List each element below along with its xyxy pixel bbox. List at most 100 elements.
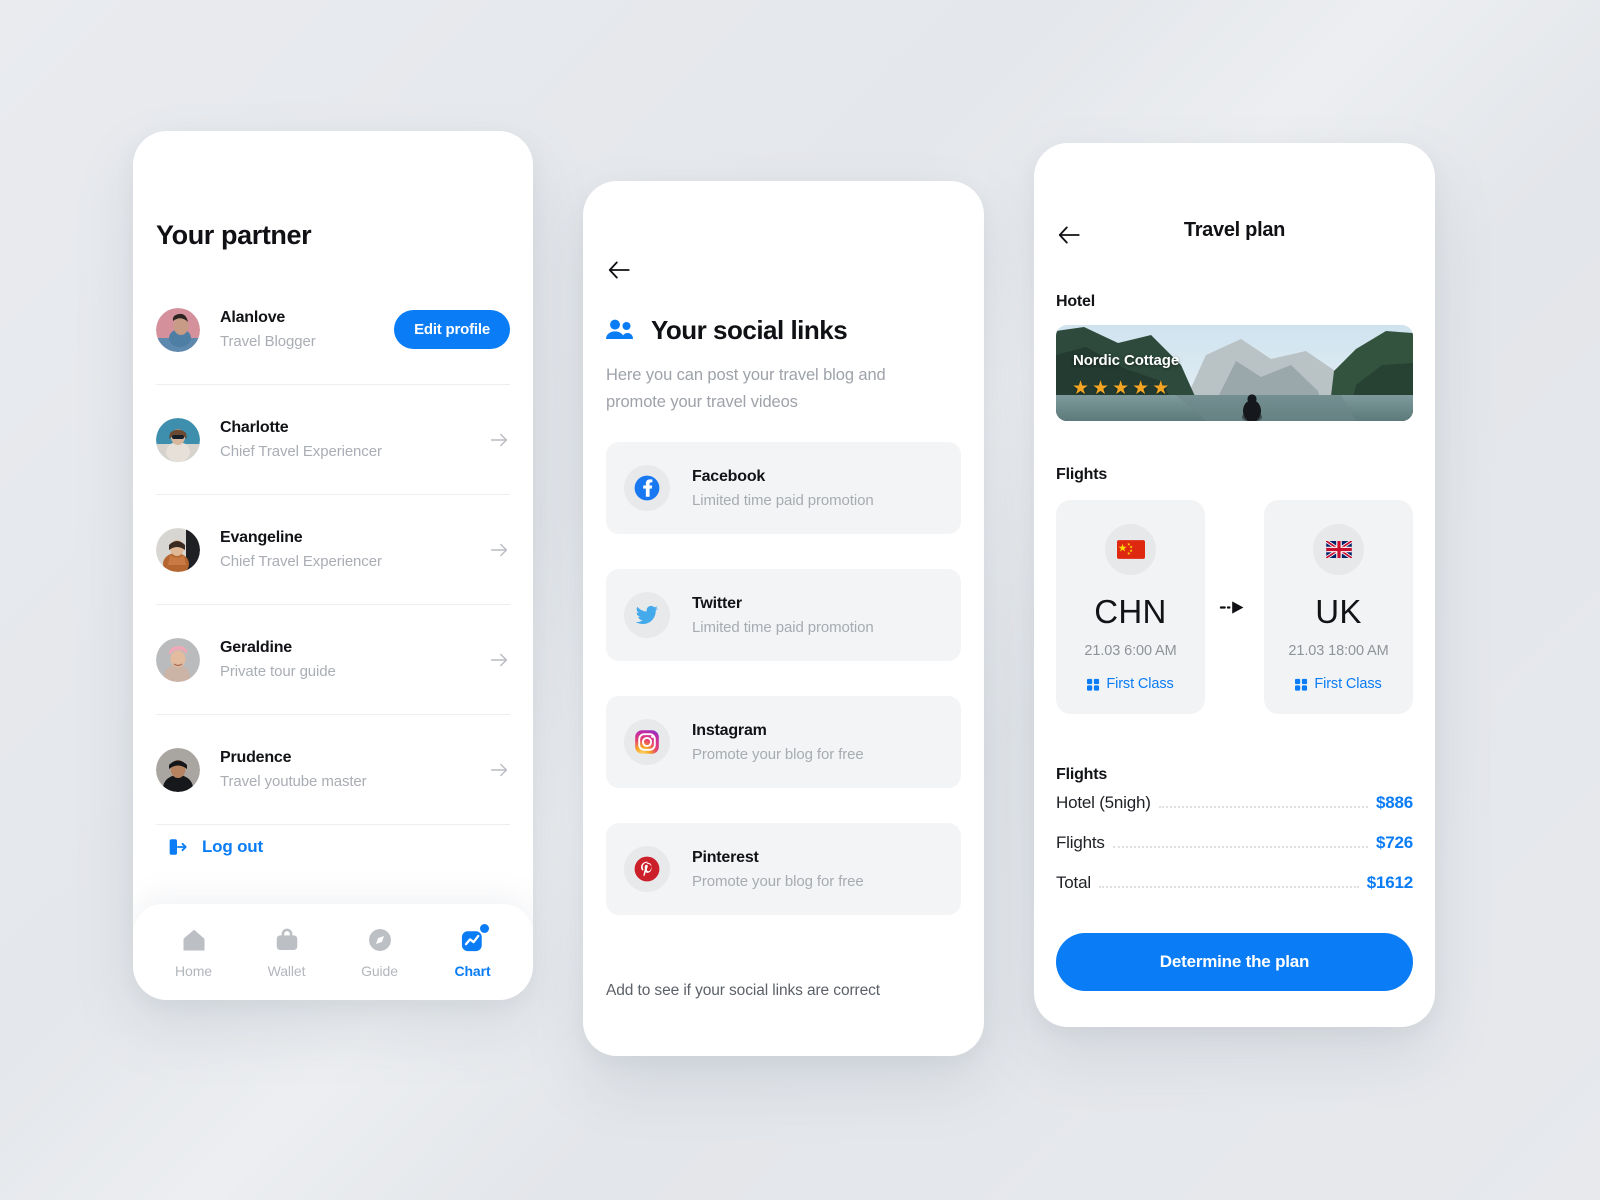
tab-home[interactable]: Home xyxy=(147,926,240,979)
flight-class-label: First Class xyxy=(1314,676,1382,692)
social-links-screen: Your social links Here you can post your… xyxy=(583,181,984,1056)
flight-time: 21.03 18:00 AM xyxy=(1288,643,1389,659)
partner-text-block: Alanlove Travel Blogger xyxy=(220,308,394,352)
partner-name: Geraldine xyxy=(220,638,293,656)
cost-value: $886 xyxy=(1375,793,1413,812)
page-title: Your social links xyxy=(651,315,848,345)
social-description: Promote your blog for free xyxy=(692,745,864,763)
app-mockup-stage: Your partner Alanlove Travel Blogger Edi… xyxy=(0,0,1600,1200)
star-icon: ★ xyxy=(1092,378,1110,399)
logout-label: Log out xyxy=(202,837,263,856)
bottom-tab-bar: Home Wallet Guide Chart xyxy=(133,904,533,1000)
flight-time: 21.03 6:00 AM xyxy=(1084,643,1177,659)
footer-note: Add to see if your social links are corr… xyxy=(606,982,880,999)
section-label-flights: Flights xyxy=(1056,466,1108,483)
page-subtitle: Here you can post your travel blog and p… xyxy=(606,366,886,411)
social-text-block: Facebook Limited time paid promotion xyxy=(692,468,874,509)
tab-label: Wallet xyxy=(267,962,306,979)
social-name: Facebook xyxy=(692,467,766,485)
partner-role: Travel Blogger xyxy=(220,332,316,350)
cost-label: Flights xyxy=(1056,833,1105,852)
partner-name: Charlotte xyxy=(220,418,289,436)
cost-value: $726 xyxy=(1375,833,1413,852)
flight-direction-icon xyxy=(1205,600,1264,615)
flight-card-origin[interactable]: CHN 21.03 6:00 AM First Class xyxy=(1056,500,1205,714)
list-item[interactable]: Prudence Travel youtube master xyxy=(156,715,510,825)
compass-icon xyxy=(366,926,394,954)
partner-list: Alanlove Travel Blogger Edit profile Cha… xyxy=(156,275,510,825)
page-title: Your partner xyxy=(156,220,312,250)
logout-button[interactable]: Log out xyxy=(166,836,263,858)
dotted-leader xyxy=(1098,886,1359,888)
logout-icon xyxy=(166,836,188,858)
tab-wallet[interactable]: Wallet xyxy=(240,926,333,979)
social-description: Limited time paid promotion xyxy=(692,618,874,636)
partner-role: Chief Travel Experiencer xyxy=(220,552,382,570)
chart-icon xyxy=(459,923,489,954)
hotel-card[interactable]: Nordic Cottage ★ ★ ★ ★ ★ xyxy=(1056,325,1413,421)
cost-summary: Hotel (5nigh) $886 Flights $726 Total $1… xyxy=(1056,793,1413,913)
flight-pair: CHN 21.03 6:00 AM First Class UK 21.03 1… xyxy=(1056,500,1413,714)
list-item[interactable]: Evangeline Chief Travel Experiencer xyxy=(156,495,510,605)
social-text-block: Instagram Promote your blog for free xyxy=(692,722,864,763)
chevron-right-icon[interactable] xyxy=(488,649,510,671)
cost-label: Total xyxy=(1056,873,1091,892)
list-item[interactable]: Pinterest Promote your blog for free xyxy=(606,823,961,915)
list-item[interactable]: Twitter Limited time paid promotion xyxy=(606,569,961,661)
notification-badge xyxy=(479,923,489,933)
page-title: Travel plan xyxy=(1183,219,1286,241)
social-name: Twitter xyxy=(692,594,742,612)
social-description: Limited time paid promotion xyxy=(692,491,874,509)
list-item[interactable]: Alanlove Travel Blogger Edit profile xyxy=(156,275,510,385)
flag-uk-icon xyxy=(1313,524,1364,575)
twitter-icon xyxy=(624,592,670,638)
home-icon xyxy=(180,926,208,954)
avatar xyxy=(156,747,200,792)
social-name: Pinterest xyxy=(692,848,759,866)
star-icon: ★ xyxy=(1152,378,1170,399)
back-button[interactable] xyxy=(606,257,632,283)
list-item[interactable]: Charlotte Chief Travel Experiencer xyxy=(156,385,510,495)
chevron-right-icon[interactable] xyxy=(488,429,510,451)
tab-guide[interactable]: Guide xyxy=(333,926,426,979)
partner-text-block: Prudence Travel youtube master xyxy=(220,748,488,792)
partner-role: Private tour guide xyxy=(220,662,336,680)
flight-class[interactable]: First Class xyxy=(1295,676,1382,692)
rating-stars: ★ ★ ★ ★ ★ xyxy=(1072,379,1169,398)
table-row: Hotel (5nigh) $886 xyxy=(1056,793,1413,833)
list-item[interactable]: Facebook Limited time paid promotion xyxy=(606,442,961,534)
partner-name: Prudence xyxy=(220,748,292,766)
star-icon: ★ xyxy=(1132,378,1150,399)
ticket-icon xyxy=(1087,678,1100,691)
section-label-costs: Flights xyxy=(1056,766,1108,783)
section-label-hotel: Hotel xyxy=(1056,293,1096,310)
wallet-icon xyxy=(273,926,301,954)
partner-role: Travel youtube master xyxy=(220,772,367,790)
people-group-icon xyxy=(605,317,635,345)
airport-code: UK xyxy=(1315,593,1362,630)
star-icon: ★ xyxy=(1112,378,1130,399)
dotted-leader xyxy=(1158,806,1368,808)
partner-text-block: Evangeline Chief Travel Experiencer xyxy=(220,528,488,572)
avatar xyxy=(156,527,200,572)
tab-label: Home xyxy=(175,962,212,979)
ticket-icon xyxy=(1295,678,1308,691)
airport-code: CHN xyxy=(1094,593,1167,630)
avatar xyxy=(156,307,200,352)
table-row: Flights $726 xyxy=(1056,833,1413,873)
tab-chart[interactable]: Chart xyxy=(426,923,519,979)
list-item[interactable]: Instagram Promote your blog for free xyxy=(606,696,961,788)
tab-label: Guide xyxy=(361,962,398,979)
list-item[interactable]: Geraldine Private tour guide xyxy=(156,605,510,715)
partner-name: Alanlove xyxy=(220,308,286,326)
chevron-right-icon[interactable] xyxy=(488,759,510,781)
flight-class[interactable]: First Class xyxy=(1087,676,1174,692)
chevron-right-icon[interactable] xyxy=(488,539,510,561)
edit-profile-button[interactable]: Edit profile xyxy=(394,310,510,349)
flag-china-icon xyxy=(1105,524,1156,575)
instagram-icon xyxy=(624,719,670,765)
pinterest-icon xyxy=(624,846,670,892)
flight-card-destination[interactable]: UK 21.03 18:00 AM First Class xyxy=(1264,500,1413,714)
determine-plan-button[interactable]: Determine the plan xyxy=(1056,933,1413,991)
cost-label: Hotel (5nigh) xyxy=(1056,793,1151,812)
